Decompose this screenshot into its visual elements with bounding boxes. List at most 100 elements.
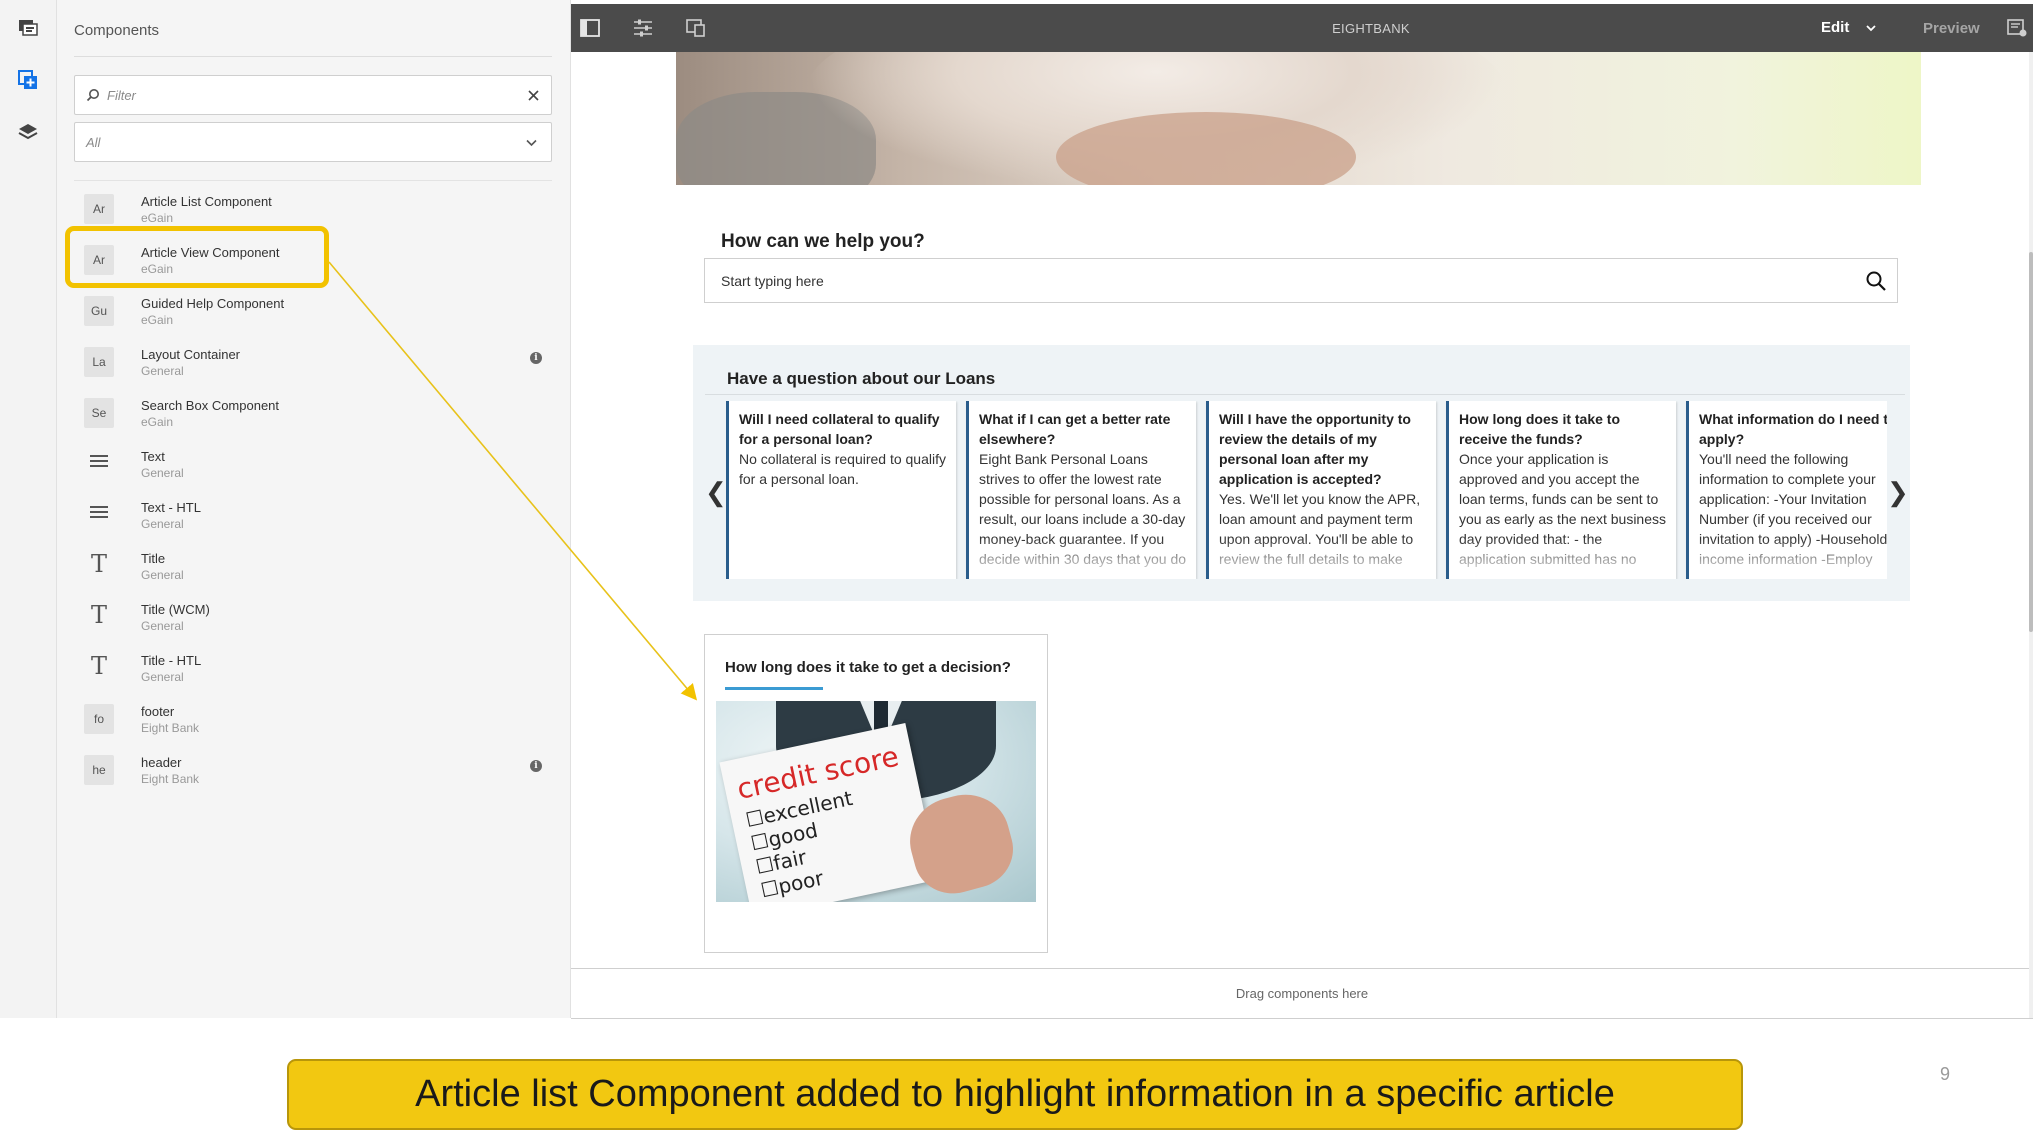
carousel-prev-icon[interactable]: ❮	[705, 477, 727, 508]
component-item[interactable]: La Layout Container General i	[74, 337, 552, 387]
chevron-down-icon	[526, 139, 537, 147]
title-t-icon: T	[90, 601, 107, 629]
preview-button[interactable]: Preview	[1923, 20, 1980, 37]
layers-icon[interactable]	[14, 118, 42, 146]
article-view-component[interactable]: How long does it take to get a decision?…	[704, 634, 1048, 953]
faq-fade	[969, 539, 1196, 579]
component-badge: La	[84, 347, 114, 377]
title-t-icon: T	[90, 550, 107, 578]
carousel-next-icon[interactable]: ❯	[1887, 477, 1909, 508]
info-icon[interactable]: i	[530, 352, 542, 364]
component-badge: Gu	[84, 296, 114, 326]
faq-question: How long does it take to receive the fun…	[1459, 411, 1621, 447]
credit-score-card: credit score ☐excellent ☐good ☐fair ☐poo…	[719, 722, 939, 902]
emulator-icon[interactable]	[682, 14, 710, 42]
component-group: General	[141, 466, 184, 480]
group-select[interactable]: All	[74, 122, 552, 162]
annotations-icon[interactable]	[2003, 14, 2031, 42]
component-name: header	[141, 755, 182, 770]
component-name: Title (WCM)	[141, 602, 210, 617]
canvas-scrollbar[interactable]	[2029, 52, 2033, 1018]
search-icon[interactable]	[1865, 270, 1887, 292]
article-title: How long does it take to get a decision?	[725, 659, 1011, 676]
component-name: Title - HTL	[141, 653, 202, 668]
page-canvas: How can we help you? Start typing here H…	[571, 52, 2033, 1019]
title-underline	[725, 687, 823, 690]
faq-card[interactable]: What if I can get a better rate elsewher…	[966, 401, 1196, 579]
component-item[interactable]: T Title - HTL General	[74, 643, 552, 693]
help-heading: How can we help you?	[721, 231, 925, 252]
component-item[interactable]: fo footer Eight Bank	[74, 694, 552, 744]
component-item[interactable]: Se Search Box Component eGain	[74, 388, 552, 438]
component-name: Guided Help Component	[141, 296, 285, 311]
search-placeholder: Start typing here	[721, 273, 824, 289]
drop-zone[interactable]: Drag components here	[571, 968, 2033, 1019]
faq-question: Will I need collateral to qualify for a …	[739, 411, 940, 447]
divider	[74, 180, 552, 181]
component-item[interactable]: Text General	[74, 439, 552, 489]
component-item[interactable]: T Title General	[74, 541, 552, 591]
faq-question: What information do I need to apply?	[1699, 411, 1887, 447]
title-t-icon: T	[90, 652, 107, 680]
divider	[705, 394, 1905, 395]
component-badge: he	[84, 755, 114, 785]
faq-card[interactable]: How long does it take to receive the fun…	[1446, 401, 1676, 579]
highlight-frame	[65, 226, 329, 288]
component-group: eGain	[141, 211, 174, 225]
faq-fade	[1449, 539, 1676, 579]
component-group: General	[141, 568, 184, 582]
slide-caption: Article list Component added to highligh…	[287, 1059, 1743, 1130]
faq-heading: Have a question about our Loans	[727, 369, 996, 388]
component-group: Eight Bank	[141, 772, 200, 786]
page-info-icon[interactable]	[14, 14, 42, 42]
properties-icon[interactable]	[629, 14, 657, 42]
component-name: Layout Container	[141, 347, 241, 362]
components-panel: Components Filter All Ar Article List Co…	[57, 0, 571, 1018]
component-item[interactable]: he header Eight Bank i	[74, 745, 552, 795]
clear-icon[interactable]	[528, 90, 539, 101]
side-rail	[0, 0, 57, 1018]
divider	[74, 56, 552, 57]
component-name: Title	[141, 551, 166, 566]
article-image: credit score ☐excellent ☐good ☐fair ☐poo…	[716, 701, 1036, 902]
component-name: Text - HTL	[141, 500, 201, 515]
component-badge: Se	[84, 398, 114, 428]
component-item[interactable]: T Title (WCM) General	[74, 592, 552, 642]
component-badge: Ar	[84, 194, 114, 224]
mode-selector[interactable]: Edit	[1821, 19, 1849, 36]
component-group: Eight Bank	[141, 721, 200, 735]
component-badge: fo	[84, 704, 114, 734]
faq-card[interactable]: Will I need collateral to qualify for a …	[726, 401, 956, 579]
component-group: eGain	[141, 415, 174, 429]
component-name: footer	[141, 704, 175, 719]
filter-input[interactable]: Filter	[74, 75, 552, 115]
faq-answer: No collateral is required to qualify for…	[739, 451, 946, 487]
component-name: Text	[141, 449, 165, 464]
component-group: General	[141, 619, 184, 633]
filter-placeholder: Filter	[107, 88, 136, 103]
search-input[interactable]: Start typing here	[704, 258, 1898, 303]
component-group: General	[141, 670, 184, 684]
toggle-side-panel-icon[interactable]	[576, 14, 604, 42]
drop-zone-label: Drag components here	[1235, 986, 1369, 1001]
scrollbar-thumb[interactable]	[2029, 252, 2033, 632]
page-title: EIGHTBANK	[1332, 21, 1410, 36]
faq-question: What if I can get a better rate elsewher…	[979, 411, 1171, 447]
panel-title: Components	[74, 22, 160, 39]
faq-carousel: Have a question about our Loans ❮ Will I…	[693, 345, 1910, 601]
faq-card[interactable]: What information do I need to apply? You…	[1686, 401, 1887, 579]
component-item[interactable]: Text - HTL General	[74, 490, 552, 540]
search-icon	[86, 89, 99, 102]
editor-toolbar: EIGHTBANK Edit Preview	[571, 4, 2033, 52]
slide-number: 9	[1940, 1064, 1951, 1084]
component-name: Article List Component	[141, 194, 272, 209]
faq-question: Will I have the opportunity to review th…	[1219, 411, 1411, 487]
info-icon[interactable]: i	[530, 760, 542, 772]
faq-card[interactable]: Will I have the opportunity to review th…	[1206, 401, 1436, 579]
add-component-icon[interactable]	[14, 66, 42, 94]
component-item[interactable]: Gu Guided Help Component eGain	[74, 286, 552, 336]
text-lines-icon	[84, 447, 114, 477]
component-group: General	[141, 364, 184, 378]
chevron-down-icon[interactable]	[1863, 20, 1879, 36]
group-select-value: All	[86, 135, 101, 150]
